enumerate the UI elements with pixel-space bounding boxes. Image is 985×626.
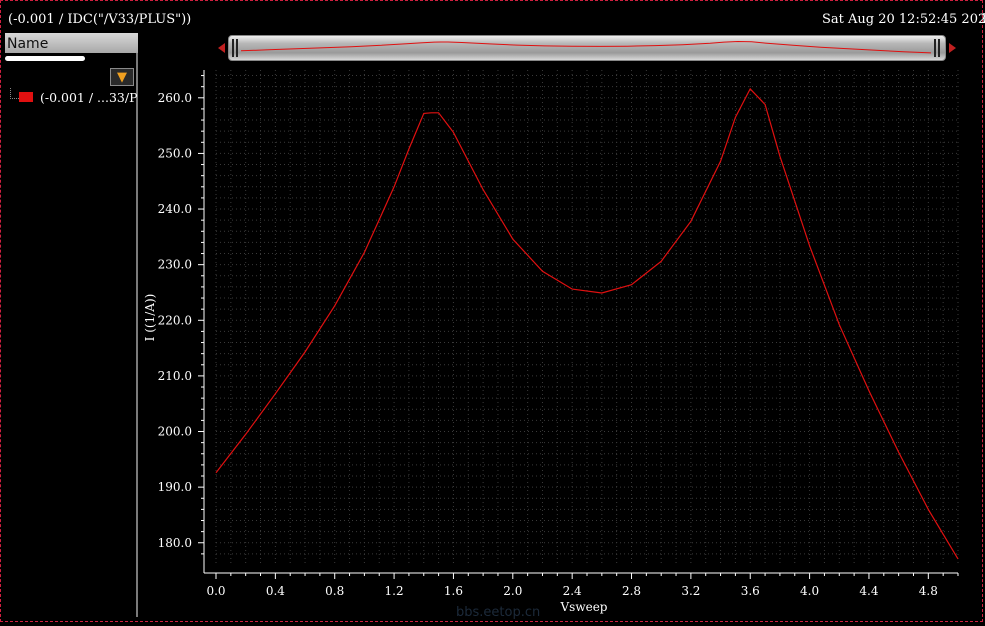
x-tick-label: 3.6 bbox=[741, 584, 760, 598]
x-tick-label: 0.8 bbox=[325, 584, 344, 598]
y-tick-label: 190.0 bbox=[158, 480, 192, 494]
y-tick-label: 220.0 bbox=[158, 313, 192, 327]
x-tick-label: 2.4 bbox=[563, 584, 582, 598]
watermark: bbs.eetop.cn bbox=[456, 605, 541, 620]
x-tick-label: 4.8 bbox=[919, 584, 938, 598]
x-tick-label: 2.0 bbox=[503, 584, 522, 598]
y-tick-label: 250.0 bbox=[158, 146, 192, 160]
x-axis-label: Vsweep bbox=[560, 600, 608, 614]
y-tick-label: 230.0 bbox=[158, 258, 192, 272]
series-line-0 bbox=[215, 87, 959, 560]
y-tick-label: 200.0 bbox=[158, 425, 192, 439]
x-tick-label: 0.4 bbox=[266, 584, 285, 598]
y-tick-label: 240.0 bbox=[158, 202, 192, 216]
y-axis-label: I ((1/A)) bbox=[143, 294, 157, 342]
y-tick-label: 180.0 bbox=[158, 536, 192, 550]
x-tick-label: 4.0 bbox=[800, 584, 819, 598]
x-tick-label: 1.2 bbox=[385, 584, 404, 598]
x-tick-label: 4.4 bbox=[859, 584, 878, 598]
y-tick-label: 260.0 bbox=[158, 91, 192, 105]
y-tick-label: 210.0 bbox=[158, 369, 192, 383]
x-tick-label: 1.6 bbox=[444, 584, 463, 598]
x-tick-label: 3.2 bbox=[681, 584, 700, 598]
x-tick-label: 0.0 bbox=[206, 584, 225, 598]
x-tick-label: 2.8 bbox=[622, 584, 641, 598]
chart-area[interactable]: 0.0 0.4 0.8 1.2 1.6 2.0 2.4 2.8 3.2 3.6 4.0 4.4 4.8 1… bbox=[0, 0, 985, 626]
